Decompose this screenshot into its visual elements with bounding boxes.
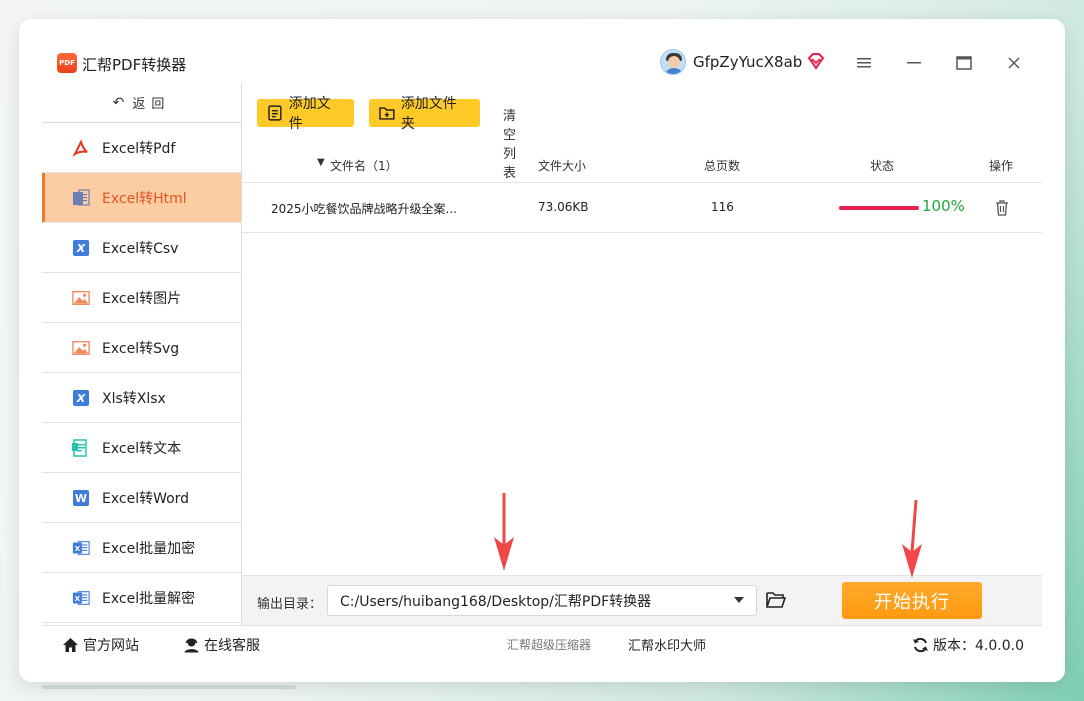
horizontal-scrollbar[interactable] — [42, 685, 296, 689]
version-label: 版本：4.0.0.0 — [933, 638, 1024, 654]
header-pages: 总页数 — [704, 159, 741, 173]
close-icon — [1008, 57, 1020, 69]
compressor-label: 汇帮超级压缩器 — [507, 638, 592, 652]
add-file-button[interactable]: 添加文件 — [257, 96, 354, 132]
user-avatar[interactable] — [660, 49, 686, 75]
excel-x-icon: X — [72, 389, 90, 407]
vip-diamond-icon[interactable] — [807, 52, 825, 70]
sidebar-item-excel-svg[interactable]: Excel转Svg — [42, 323, 241, 373]
image-icon — [72, 289, 90, 307]
minimize-button[interactable] — [902, 51, 926, 75]
header-filename[interactable]: 文件名（1） — [330, 157, 398, 174]
svg-text:X: X — [76, 242, 86, 255]
website-label: 官方网站 — [83, 638, 139, 654]
watermark-link[interactable]: 汇帮水印大师 — [628, 635, 706, 654]
trash-icon[interactable] — [994, 199, 1010, 217]
menu-icon — [857, 58, 871, 68]
watermark-label: 汇帮水印大师 — [628, 639, 707, 654]
back-label: 返回 — [132, 97, 171, 112]
add-folder-icon — [379, 107, 395, 120]
sidebar-item-excel-word[interactable]: W Excel转Word — [42, 473, 241, 523]
excel-unlock-icon: X — [72, 589, 90, 607]
sidebar-item-label: Excel批量加密 — [102, 540, 196, 557]
output-directory-select[interactable]: C:/Users/huibang168/Desktop/汇帮PDF转换器 — [327, 585, 757, 616]
word-icon: W — [72, 489, 90, 507]
svg-text:X: X — [76, 392, 86, 405]
app-logo-text: PDF — [59, 59, 75, 67]
sidebar-item-label: Excel批量解密 — [102, 590, 196, 607]
menu-button[interactable] — [852, 51, 876, 75]
sidebar-item-label: Excel转Svg — [102, 340, 180, 357]
sidebar-item-excel-[interactable]: X Excel批量解密 — [42, 573, 241, 623]
sidebar-item-label: Excel转Word — [102, 490, 190, 507]
sidebar-item-label: Excel转Html — [102, 190, 187, 207]
cell-filename: 2025小吃餐饮品牌战略升级全案... — [271, 202, 457, 216]
sort-desc-icon[interactable]: ▼ — [317, 157, 325, 168]
username[interactable]: GfpZyYucX8ab — [693, 53, 802, 71]
version-info[interactable]: 版本：4.0.0.0 — [912, 635, 1024, 655]
website-link[interactable]: 官方网站 — [62, 635, 139, 655]
minimize-icon — [907, 62, 921, 64]
sidebar: ↶ 返回 Excel转Pdf Excel转Html X Excel转Csv Excel转… — [42, 83, 241, 625]
add-file-label: 添加文件 — [288, 96, 331, 132]
excel-x-icon: X — [72, 239, 90, 257]
header-status: 状态 — [870, 159, 895, 173]
header-size: 文件大小 — [538, 159, 587, 173]
add-file-icon — [268, 105, 282, 121]
home-icon — [63, 638, 78, 652]
svg-text:X: X — [75, 544, 81, 553]
sidebar-item-label: Excel转Csv — [102, 240, 179, 257]
annotation-arrow-down-icon-2 — [902, 500, 922, 578]
app-title: 汇帮PDF转换器 — [82, 56, 187, 74]
bottom-bar: 官方网站 在线客服 汇帮超级压缩器 汇帮水印大师 版本：4.0.0.0 — [42, 625, 1042, 661]
sidebar-item-excel-csv[interactable]: X Excel转Csv — [42, 223, 241, 273]
chevron-down-icon — [734, 597, 744, 603]
image-icon — [72, 339, 90, 357]
progress-label: 100% — [922, 197, 965, 215]
support-label: 在线客服 — [204, 638, 260, 654]
app-logo-icon: PDF — [57, 53, 77, 73]
pdf-icon — [72, 138, 90, 157]
sidebar-item-label: Excel转Pdf — [102, 140, 176, 157]
refresh-icon — [913, 637, 928, 653]
close-button[interactable] — [1002, 51, 1026, 75]
excel-lock-icon: X — [72, 539, 90, 557]
add-folder-button[interactable]: 添加文件夹 — [369, 96, 480, 132]
output-path: C:/Users/huibang168/Desktop/汇帮PDF转换器 — [340, 593, 652, 610]
output-bar: 输出目录： C:/Users/huibang168/Desktop/汇帮PDF转… — [242, 575, 1042, 625]
sidebar-item-xls-xlsx[interactable]: X Xls转Xlsx — [42, 373, 241, 423]
sidebar-item-label: Xls转Xlsx — [102, 390, 166, 407]
start-button[interactable]: 开始执行 — [842, 582, 982, 619]
sidebar-item-label: Excel转文本 — [102, 440, 182, 457]
support-agent-icon — [184, 638, 199, 653]
back-button[interactable]: ↶ 返回 — [42, 83, 241, 123]
title-bar: PDF 汇帮PDF转换器 GfpZyYucX8ab — [42, 37, 1042, 89]
sidebar-item-excel-html[interactable]: Excel转Html — [42, 173, 241, 223]
text-icon — [72, 438, 90, 457]
table-row[interactable]: 2025小吃餐饮品牌战略升级全案... 73.06KB 116 100% — [242, 183, 1042, 233]
maximize-icon — [956, 56, 972, 70]
svg-text:W: W — [75, 492, 87, 505]
maximize-button[interactable] — [952, 51, 976, 75]
output-label: 输出目录： — [257, 597, 323, 612]
annotation-arrow-down-icon — [494, 493, 514, 571]
svg-text:X: X — [75, 594, 81, 603]
cell-pages: 116 — [711, 200, 734, 214]
compressor-link[interactable]: 汇帮超级压缩器 — [507, 636, 591, 653]
sidebar-item-label: Excel转图片 — [102, 290, 182, 307]
sidebar-item-excel-[interactable]: Excel转图片 — [42, 273, 241, 323]
sidebar-item-excel-[interactable]: Excel转文本 — [42, 423, 241, 473]
support-link[interactable]: 在线客服 — [183, 635, 260, 655]
table-header: ▼ 文件名（1） 文件大小 总页数 状态 操作 — [242, 145, 1042, 183]
add-folder-label: 添加文件夹 — [400, 96, 457, 132]
back-arrow-icon: ↶ — [112, 94, 125, 111]
sidebar-item-excel-pdf[interactable]: Excel转Pdf — [42, 123, 241, 173]
progress-bar — [839, 206, 919, 210]
open-folder-icon[interactable] — [766, 591, 786, 609]
header-action: 操作 — [989, 159, 1014, 173]
sidebar-item-excel-[interactable]: X Excel批量加密 — [42, 523, 241, 573]
html-icon — [72, 188, 90, 207]
cell-size: 73.06KB — [538, 200, 589, 214]
